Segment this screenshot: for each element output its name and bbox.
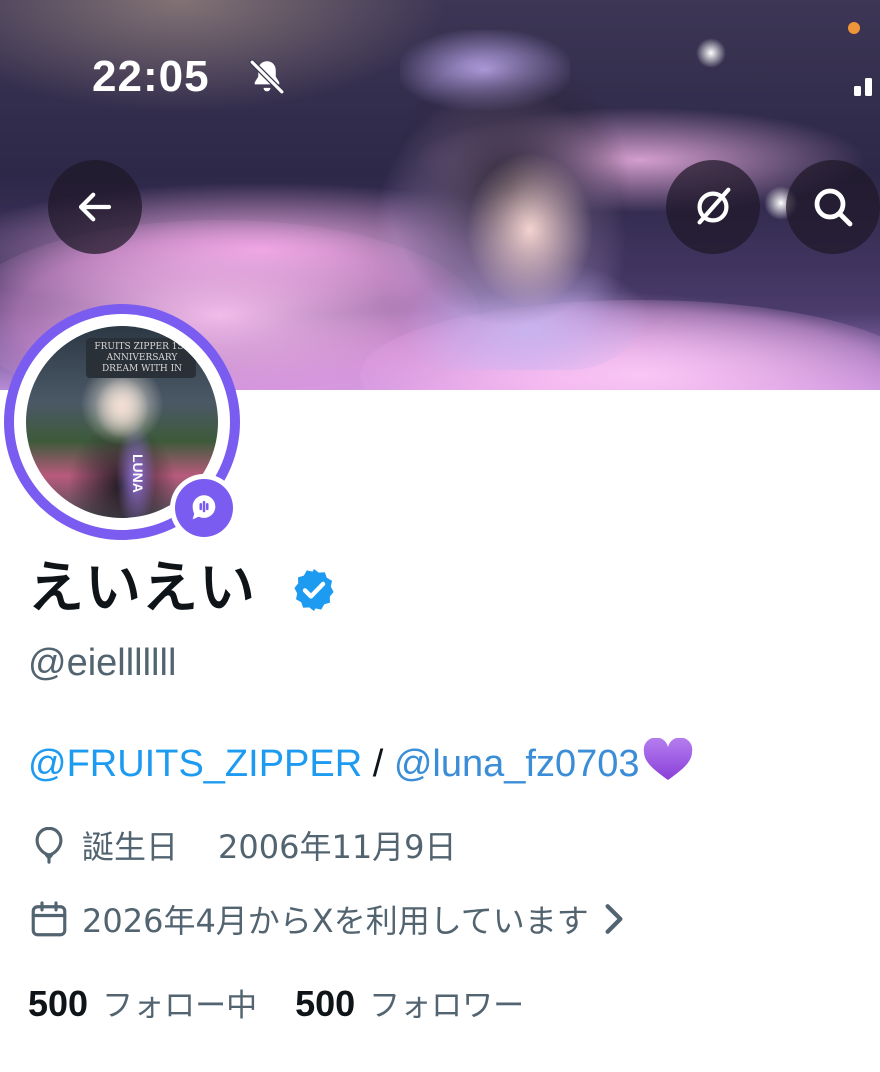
grok-button[interactable] (666, 160, 760, 254)
signal-icon (854, 78, 872, 96)
follow-stats: 500 フォロー中 500 フォロワー (28, 980, 524, 1025)
birthday-label: 誕生日 (82, 828, 179, 866)
avatar-scarf-text: LUNA (130, 454, 146, 493)
bio-separator: / (362, 743, 394, 785)
followers-link[interactable]: 500 フォロワー (295, 980, 524, 1025)
birthday-value: 2006年11月9日 (218, 828, 457, 866)
following-label: フォロー中 (102, 988, 258, 1024)
avatar-sign-text: FRUITS ZIPPER 1ST ANNIVERSARY DREAM WITH… (94, 342, 190, 374)
search-icon (814, 188, 853, 227)
calendar-icon (31, 901, 67, 937)
bio-mention-luna[interactable]: @luna_fz0703 (394, 743, 640, 785)
back-arrow-icon (78, 192, 112, 222)
chevron-right-icon (605, 904, 623, 934)
verified-badge-icon[interactable] (290, 566, 338, 614)
banner-stage-light (696, 38, 726, 68)
status-bar-time: 22:05 (92, 52, 210, 101)
display-name: えいえい (28, 556, 256, 621)
joined-row[interactable]: 2026年4月からXを利用しています (28, 896, 627, 942)
bio-mention-fruits-zipper[interactable]: @FRUITS_ZIPPER (28, 743, 362, 785)
grok-icon (697, 187, 731, 225)
user-handle: @eielllllll (28, 642, 177, 684)
following-link[interactable]: 500 フォロー中 (28, 980, 257, 1025)
purple-heart-icon (643, 738, 692, 780)
followers-label: フォロワー (369, 988, 525, 1024)
birthday-row: 誕生日 2006年11月9日 (28, 822, 457, 868)
following-count: 500 (28, 983, 89, 1024)
banner-person (360, 40, 660, 370)
followers-count: 500 (295, 983, 356, 1024)
privacy-indicator-dot (848, 22, 860, 34)
profile-bio: @FRUITS_ZIPPER / @luna_fz0703 (28, 738, 694, 789)
joined-text: 2026年4月からXを利用しています (82, 902, 589, 940)
bell-slash-icon (249, 59, 285, 95)
search-button[interactable] (786, 160, 880, 254)
spaces-badge[interactable] (170, 474, 238, 542)
spaces-mic-icon (192, 495, 216, 520)
balloon-icon (35, 826, 63, 864)
back-button[interactable] (48, 160, 142, 254)
